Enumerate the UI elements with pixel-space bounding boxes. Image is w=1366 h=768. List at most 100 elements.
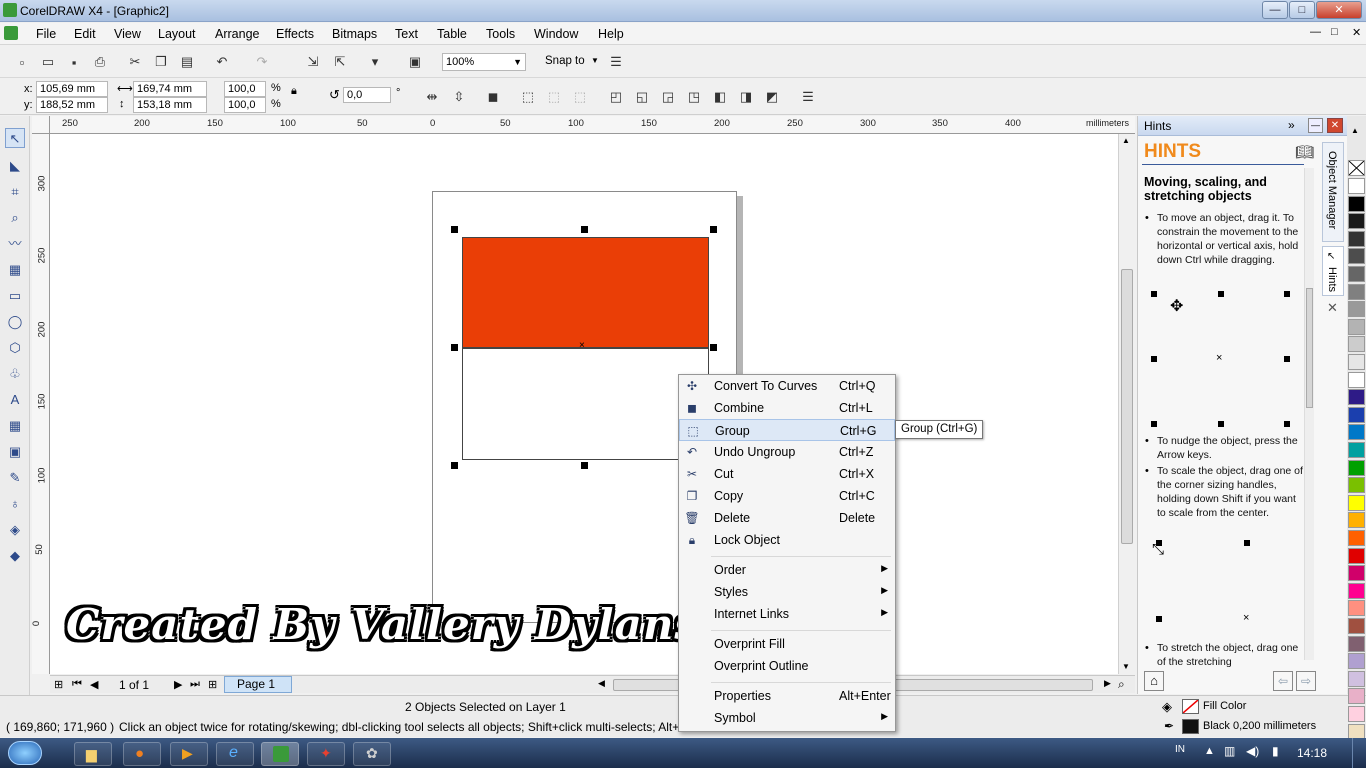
freehand-tool-icon[interactable]: 〰 [5,234,25,254]
create-boundary-icon[interactable]: ◩ [762,87,782,107]
color-swatch[interactable] [1348,706,1365,722]
menu-item-overprint-outline[interactable]: Overprint Outline [679,655,895,677]
color-swatch[interactable] [1348,512,1365,529]
options-icon[interactable]: ☰ [606,52,626,72]
basic-shapes-icon[interactable]: ♧ [5,364,25,384]
menu-item-convert-to-curves[interactable]: ✣ Convert To Curves Ctrl+Q [679,375,895,397]
tab-page-1[interactable]: Page 1 [224,676,292,693]
scale-y-field[interactable]: 100,0 [224,97,266,113]
selection-handle[interactable] [710,344,717,351]
color-swatch[interactable] [1348,494,1365,511]
menu-item-delete[interactable]: 🗑︎ Delete Delete [679,507,895,529]
menu-item-lock-object[interactable]: 🔒︎ Lock Object [679,529,895,551]
color-swatch[interactable] [1348,248,1365,265]
menu-item-internet-links[interactable]: Internet Links ▶ [679,603,895,625]
menu-item-overprint-fill[interactable]: Overprint Fill [679,633,895,655]
zoom-tool-icon[interactable]: ⌕ [5,208,25,228]
open-icon[interactable]: ▭ [38,52,58,72]
undo-icon[interactable]: ↶ [212,52,232,72]
hscroll-left-icon[interactable]: ◀ [598,678,605,689]
x-position-field[interactable]: 105,69 mm [36,81,108,97]
battery-icon[interactable]: ▮ [1272,744,1279,758]
menu-bitmaps[interactable]: Bitmaps [332,27,377,41]
hints-home-button[interactable]: ⌂ [1144,671,1164,691]
taskbar-app[interactable]: ✦ [307,742,345,766]
menu-item-order[interactable]: Order ▶ [679,559,895,581]
ungroup-all-icon[interactable]: ⬚ [570,87,590,107]
prev-page-icon[interactable]: ◀ [90,678,98,691]
color-swatch[interactable] [1348,600,1365,617]
color-swatch[interactable] [1348,230,1365,247]
tab-hints[interactable]: ↖ Hints [1322,246,1344,296]
redo-icon[interactable]: ↷ [252,52,272,72]
color-swatch[interactable] [1348,424,1365,441]
color-swatch[interactable] [1348,547,1365,564]
new-icon[interactable]: ▫ [12,52,32,72]
fill-tool-icon[interactable]: ◈ [5,520,25,540]
menu-layout[interactable]: Layout [158,27,196,41]
import-icon[interactable]: ⇲ [303,52,323,72]
taskbar-ie[interactable]: e [216,742,254,766]
menu-edit[interactable]: Edit [74,27,96,41]
first-page-icon[interactable]: ⏮ [72,678,82,691]
docker-expand-icon[interactable]: » [1288,118,1295,132]
interactive-blend-icon[interactable]: ▣ [5,442,25,462]
mirror-horizontal-icon[interactable]: ⇹ [422,87,442,107]
close-tab-icon[interactable]: ✕ [1327,300,1338,316]
mirror-vertical-icon[interactable]: ⇳ [449,87,469,107]
cut-icon[interactable]: ✂ [125,52,145,72]
color-swatch[interactable] [1348,195,1365,212]
white-rectangle[interactable] [462,348,709,460]
color-swatch[interactable] [1348,178,1365,194]
vertical-scrollbar[interactable]: ▲ ▼ [1118,134,1135,674]
selection-handle[interactable] [451,462,458,469]
volume-icon[interactable]: ◀) [1246,744,1259,758]
paste-icon[interactable]: ▤ [177,52,197,72]
tab-object-manager[interactable]: Object Manager [1322,142,1344,242]
hints-scroll-thumb[interactable] [1306,288,1313,408]
selection-handle[interactable] [710,226,717,233]
tray-arrow-icon[interactable]: ▲ [1204,745,1215,757]
intersect-icon[interactable]: ◲ [658,87,678,107]
color-swatch[interactable] [1348,406,1365,423]
menu-tools[interactable]: Tools [486,27,515,41]
menu-table[interactable]: Table [437,27,467,41]
fill-color-swatch[interactable] [1182,699,1199,714]
interactive-fill-icon[interactable]: ◆ [5,546,25,566]
hints-scrollbar[interactable] [1304,168,1314,660]
color-swatch[interactable] [1348,354,1365,370]
eyedropper-icon[interactable]: ✎ [5,468,25,488]
menu-item-symbol[interactable]: Symbol ▶ [679,707,895,729]
show-desktop-button[interactable] [1352,738,1366,768]
scroll-up-icon[interactable]: ▲ [1122,136,1130,145]
add-page-after-icon[interactable]: ⊞ [208,678,217,691]
menu-item-properties[interactable]: Properties Alt+Enter [679,685,895,707]
ungroup-icon[interactable]: ⬚ [544,87,564,107]
start-button[interactable] [8,741,42,765]
color-swatch[interactable] [1348,283,1365,300]
color-swatch[interactable] [1348,653,1365,670]
snap-chevron-icon[interactable]: ▼ [591,56,599,65]
color-swatch[interactable] [1348,459,1365,476]
menu-item-cut[interactable]: ✂ Cut Ctrl+X [679,463,895,485]
selection-handle[interactable] [581,462,588,469]
docker-close-button[interactable]: ✕ [1327,118,1343,133]
welcome-screen-icon[interactable]: ▣ [405,52,425,72]
color-swatch[interactable] [1348,477,1365,494]
no-fill-swatch[interactable] [1348,160,1365,176]
smart-fill-icon[interactable]: ▦ [5,260,25,280]
export-icon[interactable]: ⇱ [330,52,350,72]
group-icon[interactable]: ⬚ [518,87,538,107]
copy-icon[interactable]: ❐ [151,52,171,72]
height-field[interactable]: 153,18 mm [133,97,207,113]
scroll-down-icon[interactable]: ▼ [1122,662,1130,671]
crop-tool-icon[interactable]: ⌗ [5,182,25,202]
align-distribute-icon[interactable]: ☰ [798,87,818,107]
menu-effects[interactable]: Effects [276,27,314,41]
close-button[interactable]: ✕ [1316,1,1362,19]
ellipse-tool-icon[interactable]: ◯ [5,312,25,332]
menu-window[interactable]: Window [534,27,578,41]
horizontal-ruler[interactable]: 250 200 150 100 50 0 50 100 150 200 250 … [50,116,1135,134]
taskbar-app-2[interactable]: ✿ [353,742,391,766]
y-position-field[interactable]: 188,52 mm [36,97,108,113]
